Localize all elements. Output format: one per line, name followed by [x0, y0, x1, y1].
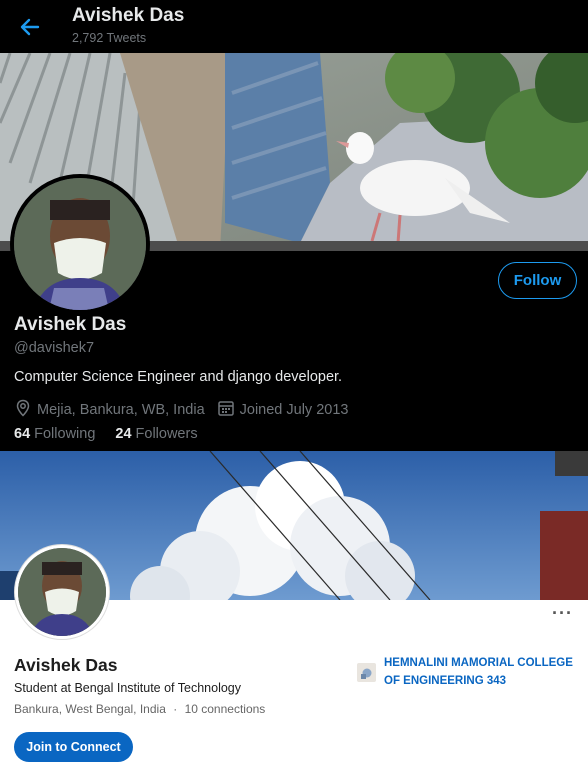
linkedin-connections: 10 connections: [184, 702, 266, 716]
linkedin-location: Bankura, West Bengal, India: [14, 702, 166, 716]
profile-location: Mejia, Bankura, WB, India: [37, 402, 205, 418]
profile-bio: Computer Science Engineer and django dev…: [14, 369, 343, 385]
twitter-profile: Avishek Das 2,792 Tweets Follow Avishek …: [0, 0, 588, 451]
linkedin-name: Avishek Das: [14, 655, 118, 675]
separator-dot: ·: [173, 702, 178, 716]
tweet-count: 2,792 Tweets: [72, 31, 147, 45]
profile-joined-date: Joined July 2013: [239, 402, 349, 418]
follow-button[interactable]: Follow: [498, 262, 577, 299]
profile-stats: 64 Following 24 Followers: [14, 426, 198, 442]
education-line-2: OF ENGINEERING 343: [384, 675, 507, 687]
header-title: Avishek Das: [72, 5, 185, 26]
linkedin-avatar[interactable]: [15, 545, 109, 639]
followers-label: Followers: [135, 426, 198, 442]
followers-count: 24: [115, 426, 132, 442]
following-label: Following: [34, 426, 96, 442]
more-options-button[interactable]: ···: [552, 604, 572, 622]
profile-name: Avishek Das: [14, 314, 127, 335]
followers-link[interactable]: 24 Followers: [115, 426, 197, 442]
linkedin-headline: Student at Bengal Institute of Technolog…: [14, 681, 242, 695]
calendar-icon: [217, 399, 240, 421]
twitter-header: Avishek Das 2,792 Tweets: [0, 0, 588, 53]
profile-handle: @davishek7: [14, 340, 95, 356]
following-count: 64: [14, 426, 31, 442]
school-logo-icon: [357, 663, 376, 682]
location-pin-icon: [14, 399, 37, 421]
linkedin-location-line: Bankura, West Bengal, India · 10 connect…: [14, 702, 265, 716]
education-line-1: HEMNALINI MAMORIAL COLLEGE: [384, 657, 573, 669]
profile-meta: Mejia, Bankura, WB, India Joined July 20…: [14, 399, 348, 421]
linkedin-profile: ··· Avishek Das Student at Bengal Instit…: [0, 451, 588, 780]
arrow-left-icon[interactable]: [16, 14, 44, 40]
following-link[interactable]: 64 Following: [14, 426, 95, 442]
twitter-avatar[interactable]: [10, 174, 150, 314]
education-link[interactable]: HEMNALINI MAMORIAL COLLEGE OF ENGINEERIN…: [384, 654, 574, 690]
join-to-connect-button[interactable]: Join to Connect: [14, 732, 133, 762]
